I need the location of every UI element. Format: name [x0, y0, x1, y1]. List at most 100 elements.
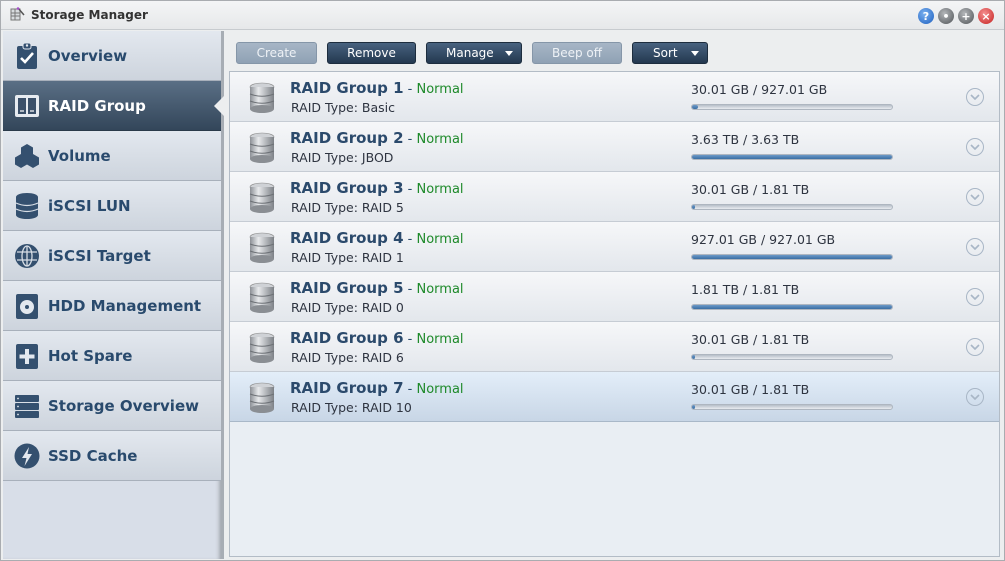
plus-disk-icon	[16, 344, 38, 369]
window-title: Storage Manager	[31, 8, 148, 22]
status-badge: Normal	[416, 282, 464, 297]
expand-button[interactable]	[966, 338, 984, 356]
disk-stack-icon	[249, 232, 275, 263]
remove-button[interactable]: Remove	[327, 42, 416, 64]
expand-button[interactable]	[966, 188, 984, 206]
raid-group-name: RAID Group 1	[290, 79, 404, 97]
manage-dropdown-button[interactable]: Manage	[426, 42, 522, 64]
sidebar-item-storage-overview[interactable]: Storage Overview	[3, 381, 221, 431]
storage-manager-window: Storage Manager ? • + × Overview RAID Gr…	[0, 0, 1005, 561]
raid-group-name: RAID Group 6	[290, 329, 404, 347]
expand-button[interactable]	[966, 238, 984, 256]
usage-progress-fill	[692, 305, 892, 309]
raid-type-label: RAID Type: RAID 6	[291, 350, 404, 365]
sidebar-item-iscsi-target[interactable]: iSCSI Target	[3, 231, 221, 281]
usage-progress-fill	[692, 355, 696, 359]
sort-dropdown-button[interactable]: Sort	[632, 42, 708, 64]
raid-group-icon	[15, 95, 39, 117]
sidebar-item-hot-spare[interactable]: Hot Spare	[3, 331, 221, 381]
capacity-usage: 30.01 GB / 1.81 TB	[691, 332, 810, 347]
chevron-down-icon	[970, 394, 980, 400]
capacity-usage: 1.81 TB / 1.81 TB	[691, 282, 800, 297]
sidebar-item-overview[interactable]: Overview	[3, 31, 221, 81]
title-separator: -	[403, 132, 417, 147]
create-button[interactable]: Create	[236, 42, 317, 64]
sidebar-item-ssd-cache[interactable]: SSD Cache	[3, 431, 221, 481]
chevron-down-icon	[505, 51, 513, 56]
title-separator: -	[403, 382, 417, 397]
raid-group-row[interactable]: RAID Group 2 - Normal RAID Type: JBOD 3.…	[230, 122, 999, 172]
raid-type-label: RAID Type: RAID 0	[291, 300, 404, 315]
sidebar-item-label: SSD Cache	[48, 447, 138, 465]
raid-group-row[interactable]: RAID Group 4 - Normal RAID Type: RAID 1 …	[230, 222, 999, 272]
sidebar-item-volume[interactable]: Volume	[3, 131, 221, 181]
lightning-icon	[14, 443, 40, 469]
disk-stack-icon	[249, 332, 275, 363]
raid-group-list: RAID Group 1 - Normal RAID Type: Basic 3…	[229, 71, 1000, 557]
globe-icon	[15, 244, 39, 268]
expand-button[interactable]	[966, 138, 984, 156]
chevron-down-icon	[970, 244, 980, 250]
raid-group-title: RAID Group 3 - Normal	[290, 179, 464, 197]
close-icon[interactable]: ×	[978, 8, 994, 24]
usage-progress-fill	[692, 205, 696, 209]
minimize-icon[interactable]: •	[938, 8, 954, 24]
sidebar-item-label: Overview	[48, 47, 128, 65]
raid-group-row[interactable]: RAID Group 1 - Normal RAID Type: Basic 3…	[230, 72, 999, 122]
raid-group-row[interactable]: RAID Group 5 - Normal RAID Type: RAID 0 …	[230, 272, 999, 322]
chevron-down-icon	[970, 294, 980, 300]
raid-group-row[interactable]: RAID Group 7 - Normal RAID Type: RAID 10…	[230, 372, 999, 422]
sort-button-label: Sort	[653, 46, 678, 60]
sidebar-item-raid-group[interactable]: RAID Group	[3, 81, 224, 131]
window-controls: ? • + ×	[918, 8, 994, 24]
manage-button-label: Manage	[446, 46, 494, 60]
title-bar: Storage Manager ? • + ×	[1, 1, 1004, 30]
disk-stack-icon	[249, 82, 275, 113]
sidebar-item-label: HDD Management	[48, 297, 202, 315]
raid-group-title: RAID Group 4 - Normal	[290, 229, 464, 247]
raid-group-title: RAID Group 1 - Normal	[290, 79, 464, 97]
disk-stack-icon	[249, 282, 275, 313]
chevron-down-icon	[970, 194, 980, 200]
chevron-down-icon	[970, 144, 980, 150]
sidebar-item-iscsi-lun[interactable]: iSCSI LUN	[3, 181, 221, 231]
status-badge: Normal	[416, 332, 464, 347]
expand-button[interactable]	[966, 388, 984, 406]
sidebar-item-label: Hot Spare	[48, 347, 133, 365]
usage-progress-bar	[691, 154, 893, 160]
expand-button[interactable]	[966, 88, 984, 106]
help-icon[interactable]: ?	[918, 8, 934, 24]
raid-group-name: RAID Group 5	[290, 279, 404, 297]
title-separator: -	[403, 332, 417, 347]
sidebar-item-label: iSCSI Target	[48, 247, 151, 265]
raid-type-label: RAID Type: RAID 5	[291, 200, 404, 215]
status-badge: Normal	[416, 382, 464, 397]
raid-group-row[interactable]: RAID Group 3 - Normal RAID Type: RAID 5 …	[230, 172, 999, 222]
usage-progress-bar	[691, 404, 893, 410]
title-separator: -	[403, 82, 417, 97]
usage-progress-fill	[692, 155, 892, 159]
expand-button[interactable]	[966, 288, 984, 306]
usage-progress-fill	[692, 255, 892, 259]
usage-progress-bar	[691, 254, 893, 260]
capacity-usage: 30.01 GB / 1.81 TB	[691, 382, 810, 397]
storage-manager-app-icon	[10, 7, 25, 21]
chevron-down-icon	[970, 344, 980, 350]
raid-type-label: RAID Type: Basic	[291, 100, 396, 115]
sidebar: Overview RAID Group Volume iSCSI LUN iSC…	[3, 31, 224, 559]
capacity-usage: 3.63 TB / 3.63 TB	[691, 132, 800, 147]
database-icon	[15, 193, 39, 219]
sidebar-item-hdd-management[interactable]: HDD Management	[3, 281, 221, 331]
usage-progress-bar	[691, 104, 893, 110]
chevron-down-icon	[691, 51, 699, 56]
raid-group-title: RAID Group 6 - Normal	[290, 329, 464, 347]
status-badge: Normal	[416, 132, 464, 147]
status-badge: Normal	[416, 82, 464, 97]
title-separator: -	[403, 182, 417, 197]
raid-group-name: RAID Group 2	[290, 129, 404, 147]
raid-group-row[interactable]: RAID Group 6 - Normal RAID Type: RAID 6 …	[230, 322, 999, 372]
beep-off-button[interactable]: Beep off	[532, 42, 622, 64]
clipboard-check-icon	[17, 42, 37, 69]
maximize-icon[interactable]: +	[958, 8, 974, 24]
title-separator: -	[403, 232, 417, 247]
